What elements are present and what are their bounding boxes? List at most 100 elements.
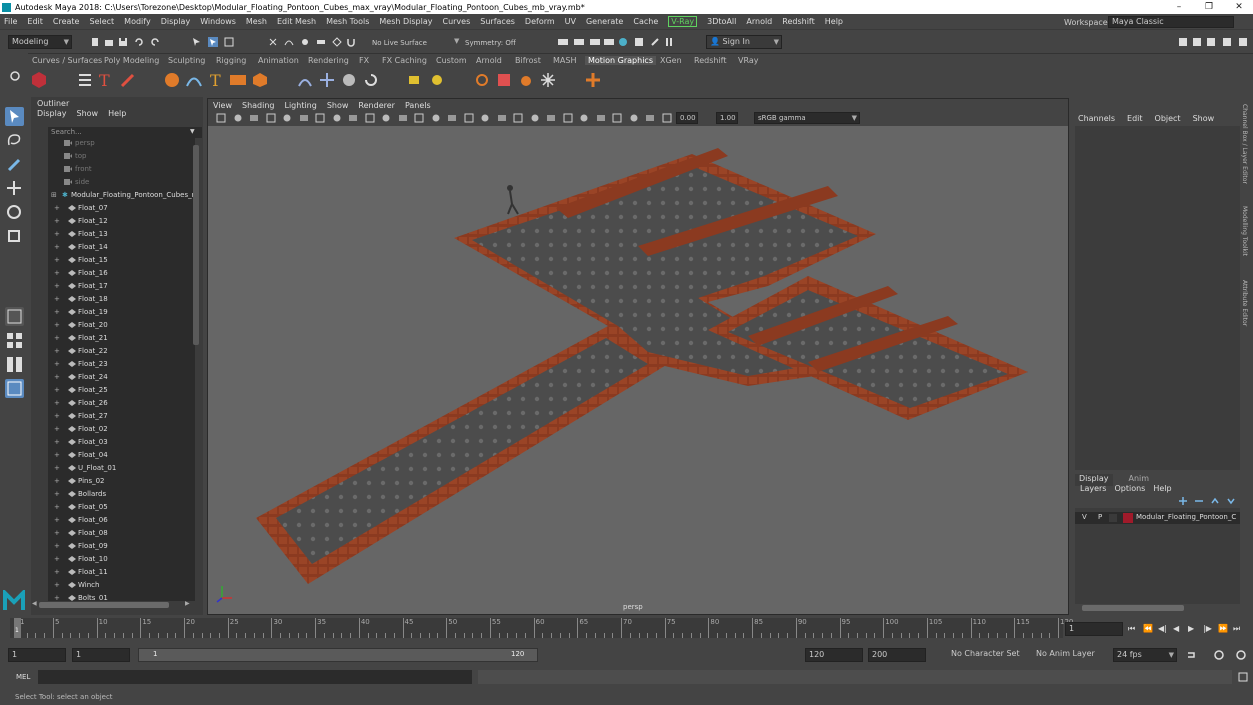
list-item[interactable]: + Float_08 — [48, 527, 195, 540]
layer-playback-toggle[interactable]: P — [1098, 513, 1102, 521]
menu-generate[interactable]: Generate — [586, 17, 623, 26]
menu-arnold[interactable]: Arnold — [746, 17, 772, 26]
viewport-menu-panels[interactable]: Panels — [405, 101, 431, 110]
menu-create[interactable]: Create — [53, 17, 80, 26]
list-item[interactable]: + Float_23 — [48, 358, 195, 371]
cloth-icon[interactable] — [495, 71, 513, 89]
wireframe-icon[interactable] — [431, 113, 441, 123]
list-item[interactable]: + Float_27 — [48, 410, 195, 423]
expand-icon[interactable]: + — [54, 488, 60, 501]
expand-icon[interactable]: + — [54, 566, 60, 579]
add-icon[interactable] — [584, 71, 602, 89]
scroll-left-icon[interactable]: ◀ — [32, 600, 37, 607]
play-forwards-icon[interactable]: ▶ — [1188, 624, 1194, 633]
outliner-menu-show[interactable]: Show — [77, 109, 99, 121]
screen-space-ao-icon[interactable] — [530, 113, 540, 123]
expand-icon[interactable]: + — [54, 280, 60, 293]
grid-icon[interactable] — [315, 113, 325, 123]
list-icon[interactable] — [76, 71, 94, 89]
new-scene-icon[interactable] — [90, 37, 100, 47]
list-item[interactable]: + Float_22 — [48, 345, 195, 358]
list-item[interactable]: + Float_18 — [48, 293, 195, 306]
shelf-tab-custom[interactable]: Custom — [436, 56, 467, 65]
sign-in-button[interactable]: 👤 Sign In ▼ — [706, 35, 782, 49]
menu-modify[interactable]: Modify — [124, 17, 151, 26]
layer-visibility-toggle[interactable]: V — [1082, 513, 1087, 521]
expand-icon[interactable]: + — [54, 527, 60, 540]
vray-render-icon[interactable] — [650, 37, 660, 47]
script-editor-icon[interactable] — [1238, 672, 1248, 682]
expand-icon[interactable]: + — [54, 462, 60, 475]
menu-edit[interactable]: Edit — [27, 17, 43, 26]
undo-icon[interactable] — [134, 37, 144, 47]
expand-icon[interactable]: + — [54, 241, 60, 254]
expand-icon[interactable]: + — [54, 371, 60, 384]
textured-icon[interactable] — [480, 113, 490, 123]
scatter-icon[interactable] — [318, 71, 336, 89]
anti-aliasing-icon[interactable] — [563, 113, 573, 123]
channel-box-icon[interactable] — [1222, 37, 1232, 47]
select-by-hierarchy-icon[interactable] — [192, 37, 202, 47]
xray-icon[interactable] — [612, 113, 622, 123]
shelf-tab-motion-graphics[interactable]: Motion Graphics — [585, 56, 656, 65]
maximize-button[interactable]: ❐ — [1194, 0, 1224, 14]
list-item[interactable]: + Float_13 — [48, 228, 195, 241]
snap-point-icon[interactable] — [300, 37, 310, 47]
anim-layer-select[interactable]: No Anim Layer — [1033, 648, 1111, 662]
render-sequence-icon[interactable] — [574, 37, 584, 47]
svg-tool-icon[interactable] — [229, 71, 247, 89]
vray-frame-buffer-icon[interactable] — [634, 37, 644, 47]
expand-icon[interactable]: + — [54, 293, 60, 306]
list-item[interactable]: + Float_15 — [48, 254, 195, 267]
expand-icon[interactable]: + — [54, 514, 60, 527]
viewport-panel[interactable]: View Shading Lighting Show Renderer Pane… — [207, 98, 1069, 615]
symmetry-label[interactable]: Symmetry: Off — [465, 39, 516, 47]
list-item[interactable]: + Float_25 — [48, 384, 195, 397]
gear-icon[interactable] — [9, 71, 21, 81]
two-view-icon[interactable] — [5, 355, 24, 374]
mode-select[interactable]: Modeling ▼ — [8, 35, 72, 49]
camera-select-icon[interactable] — [216, 113, 226, 123]
layer-type-toggle[interactable] — [1109, 514, 1117, 522]
shelf-tab-bifrost[interactable]: Bifrost — [515, 56, 541, 65]
redo-icon[interactable] — [150, 37, 160, 47]
xray-joints-icon[interactable] — [629, 113, 639, 123]
viewport-menu-shading[interactable]: Shading — [242, 101, 275, 110]
film-gate-icon[interactable] — [332, 113, 342, 123]
snap-curve-icon[interactable] — [284, 37, 294, 47]
menu-vray[interactable]: V-Ray — [668, 16, 698, 27]
outliner-horizontal-scrollbar[interactable] — [39, 602, 169, 608]
mel-input[interactable] — [38, 670, 472, 684]
list-item[interactable]: + Pins_02 — [48, 475, 195, 488]
move-tool-icon[interactable] — [5, 179, 24, 198]
side-tab-attribute-editor[interactable]: Attribute Editor — [1241, 280, 1248, 326]
paint-select-icon[interactable] — [5, 155, 24, 174]
expand-icon[interactable]: + — [54, 592, 60, 601]
expand-icon[interactable]: + — [54, 228, 60, 241]
menu-select[interactable]: Select — [89, 17, 114, 26]
menu-curves[interactable]: Curves — [442, 17, 470, 26]
list-item[interactable]: + Float_07 — [48, 202, 195, 215]
scene-start-field[interactable]: 1 — [8, 648, 66, 662]
expand-icon[interactable]: + — [54, 306, 60, 319]
expand-icon[interactable]: + — [54, 254, 60, 267]
menu-windows[interactable]: Windows — [200, 17, 236, 26]
gamma-field[interactable]: 1.00 — [716, 112, 738, 124]
pause-icon[interactable] — [664, 37, 674, 47]
outliner-menu-display[interactable]: Display — [37, 109, 67, 121]
list-item[interactable]: + Float_05 — [48, 501, 195, 514]
animation-preferences-icon[interactable] — [1236, 650, 1246, 660]
dynamics-icon[interactable] — [473, 71, 491, 89]
menu-help[interactable]: Help — [825, 17, 843, 26]
expand-icon[interactable]: + — [54, 397, 60, 410]
scene-end-field[interactable]: 200 — [868, 648, 926, 662]
expand-icon[interactable]: + — [54, 501, 60, 514]
list-item[interactable]: + Float_04 — [48, 449, 195, 462]
range-slider-bar[interactable]: 1 120 — [138, 648, 538, 662]
new-layer-selected-icon[interactable] — [1194, 496, 1204, 506]
camera-attributes-icon[interactable] — [233, 113, 243, 123]
expand-icon[interactable]: + — [54, 540, 60, 553]
shelf-tab-fx[interactable]: FX — [359, 56, 369, 65]
layer-list[interactable]: V P Modular_Floating_Pontoon_C — [1075, 508, 1241, 604]
list-item[interactable]: persp — [48, 137, 195, 150]
